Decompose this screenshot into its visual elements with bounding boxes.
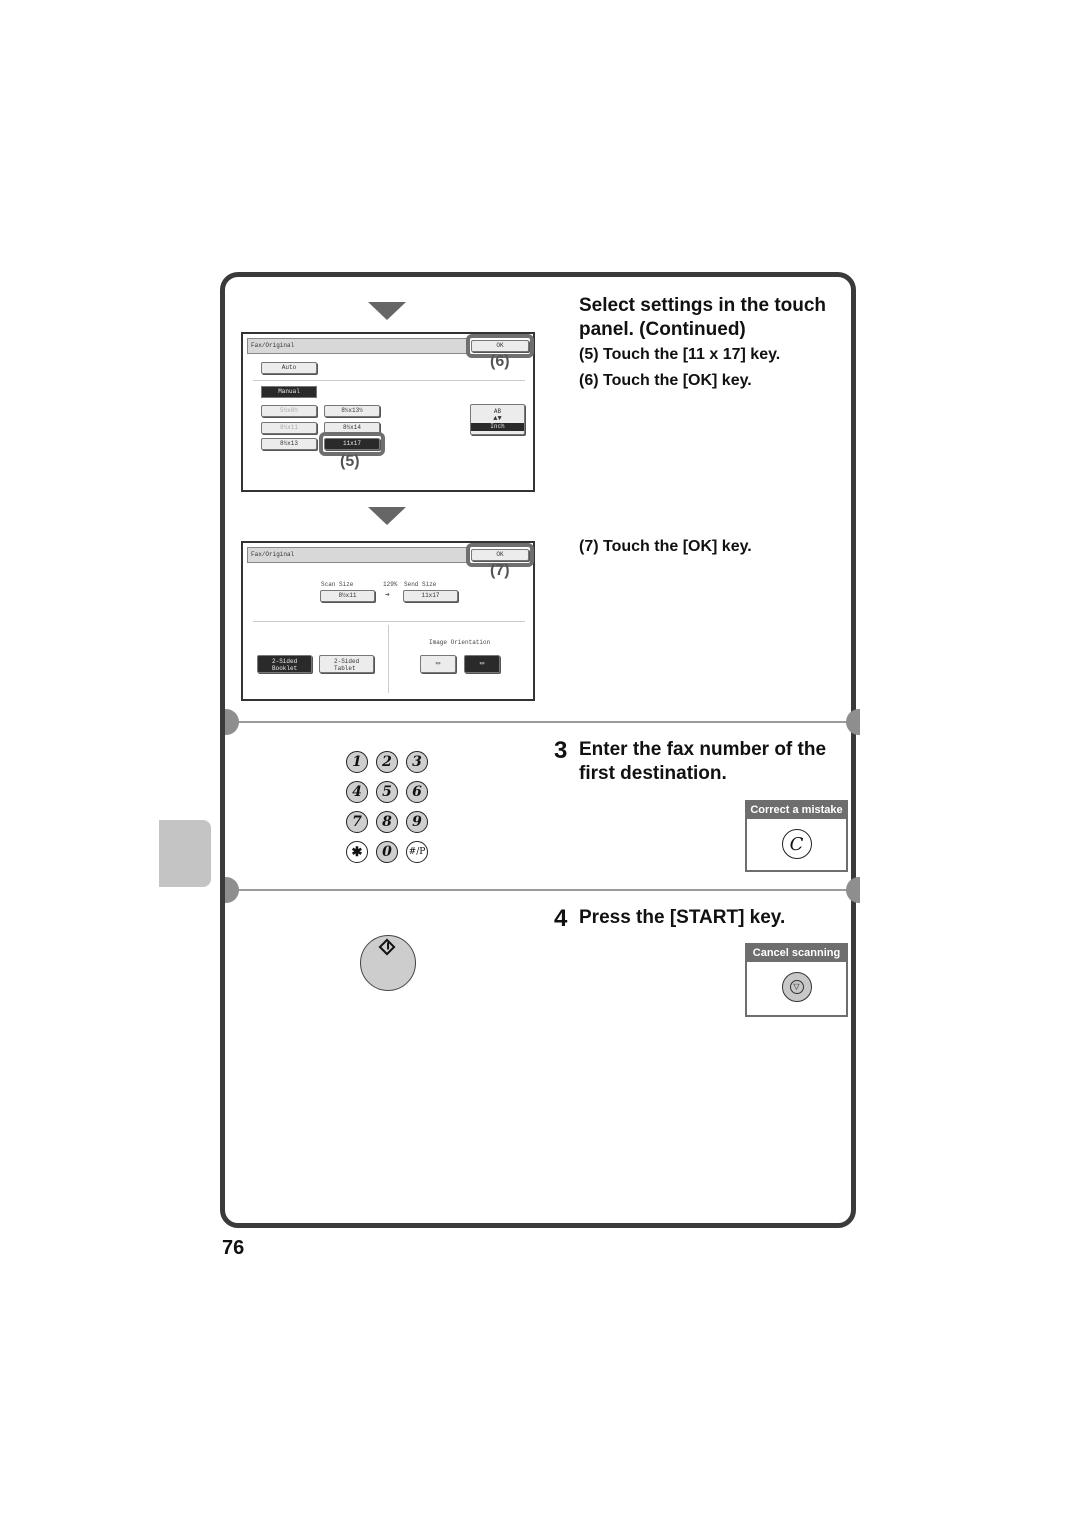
cancel-scanning-box: Cancel scanning ▽ [745,943,848,1017]
substep-7: (7) Touch the [OK] key. [579,538,752,555]
chapter-tab [159,820,211,887]
touch-panel-send-size: Fax/Original OK (7) Scan Size 129% Send … [241,541,535,701]
keypad-key-7[interactable]: 7 [346,811,368,833]
touch-panel-original-size: Fax/Original OK (6) Auto Manual 5½x8½ 8½… [241,332,535,492]
unit-toggle-button[interactable]: AB ▲▼ Inch [470,404,525,435]
unit-bottom-label: Inch [471,423,524,431]
step4-number: 4 [554,905,568,932]
step3-line1: Enter the fax number of the [579,739,827,760]
auto-button[interactable]: Auto [261,362,317,374]
keypad-key-star[interactable]: ✱ [346,841,368,863]
correct-mistake-box: Correct a mistake C [745,800,848,872]
booklet-label: 2-Sided [272,658,298,665]
substep-6: (6) Touch the [OK] key. [579,372,752,389]
keypad-key-6[interactable]: 6 [406,781,428,803]
two-sided-booklet-button[interactable]: 2-Sided Booklet [257,655,312,673]
keypad-key-5[interactable]: 5 [376,781,398,803]
tablet-label: Tablet [334,665,356,672]
step3-line2: first destination. [579,763,727,784]
image-orientation-label: Image Orientation [429,639,491,646]
panel-title: Fax/Original [247,338,469,354]
keypad-key-9[interactable]: 9 [406,811,428,833]
size-button[interactable]: 8½x11 [261,422,317,434]
step2-heading-line2: panel. (Continued) [579,319,746,340]
cancel-scanning-title: Cancel scanning [747,945,846,962]
size-button[interactable]: 8½x13½ [324,405,380,417]
callout-label: (7) [490,562,510,579]
keypad-key-4[interactable]: 4 [346,781,368,803]
keypad-key-3[interactable]: 3 [406,751,428,773]
flow-arrow-icon [368,507,406,525]
send-size-label: Send Size [404,581,437,588]
swap-icon: ▲▼ [493,415,502,423]
step4-text: Press the [START] key. [579,907,786,928]
numeric-keypad: 1 2 3 4 5 6 7 8 9 ✱ 0 #/P [346,751,434,863]
page-number: 76 [222,1237,245,1259]
start-key[interactable] [360,935,416,991]
send-size-button[interactable]: 11x17 [403,590,458,602]
correct-mistake-title: Correct a mistake [747,802,846,819]
callout-label: (5) [340,453,360,470]
orientation-landscape-button[interactable]: ▭ [464,655,500,673]
panel-title: Fax/Original [247,547,469,563]
step3-instructions: Enter the fax number of the first destin… [579,738,849,786]
size-button[interactable]: 8½x13 [261,438,317,450]
arrow-right-icon: ➔ [385,591,390,600]
scan-size-label: Scan Size [321,581,354,588]
size-button[interactable]: 5½x8½ [261,405,317,417]
portrait-icon: ▭ [435,660,441,668]
booklet-label: Booklet [272,665,298,672]
panel-separator [253,621,525,622]
keypad-key-0[interactable]: 0 [376,841,398,863]
panel-separator [253,380,525,381]
flow-arrow-icon [368,302,406,320]
clear-key-icon[interactable]: C [781,829,812,859]
panel-vertical-separator [388,625,389,693]
ratio-label: 129% [383,581,398,588]
callout-label: (6) [490,353,510,370]
step2-instructions: Select settings in the touch panel. (Con… [579,294,849,394]
step3-number: 3 [554,737,568,764]
stop-key-icon[interactable]: ▽ [781,972,812,1002]
keypad-key-8[interactable]: 8 [376,811,398,833]
two-sided-tablet-button[interactable]: 2-Sided Tablet [319,655,374,673]
scan-size-button[interactable]: 8½x11 [320,590,375,602]
section-divider [229,721,848,723]
tablet-label: 2-Sided [334,658,360,665]
substep-5: (5) Touch the [11 x 17] key. [579,346,781,363]
section-divider [229,889,848,891]
manual-tab[interactable]: Manual [261,386,317,398]
start-icon [378,938,396,956]
keypad-key-2[interactable]: 2 [376,751,398,773]
landscape-icon: ▭ [479,660,485,668]
keypad-key-1[interactable]: 1 [346,751,368,773]
keypad-key-pound-pause[interactable]: #/P [406,841,428,863]
orientation-portrait-button[interactable]: ▭ [420,655,456,673]
step2-heading-line1: Select settings in the touch [579,295,827,316]
